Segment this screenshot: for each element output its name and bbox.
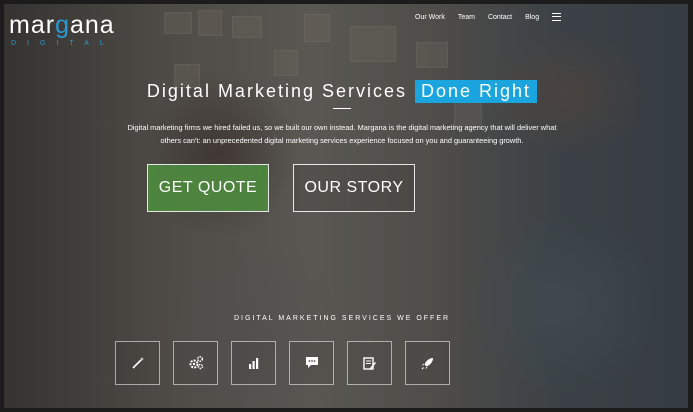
magic-wand-icon[interactable] bbox=[115, 341, 160, 385]
hero-description: Digital marketing firms we hired failed … bbox=[127, 123, 557, 145]
edit-document-icon[interactable] bbox=[347, 341, 392, 385]
bar-chart-icon[interactable] bbox=[231, 341, 276, 385]
hero-headline: Digital Marketing Services Done Right bbox=[0, 80, 684, 103]
services-heading: DIGITAL MARKETING SERVICES WE OFFER bbox=[233, 315, 451, 322]
rocket-icon[interactable] bbox=[405, 341, 450, 385]
gears-icon[interactable] bbox=[173, 341, 218, 385]
nav-item-blog[interactable]: Blog bbox=[525, 14, 539, 21]
chat-bubble-icon[interactable] bbox=[289, 341, 334, 385]
nav-item-our-work[interactable]: Our Work bbox=[415, 14, 445, 21]
top-nav: Our Work Team Contact Blog bbox=[415, 13, 562, 21]
logo-subtitle: DIGITAL bbox=[11, 40, 115, 47]
nav-item-contact[interactable]: Contact bbox=[488, 14, 512, 21]
headline-highlight: Done Right bbox=[415, 80, 538, 103]
page-frame: margana DIGITAL Our Work Team Contact Bl… bbox=[0, 0, 693, 412]
headline-divider bbox=[333, 108, 351, 109]
services-icon-row bbox=[115, 341, 450, 385]
logo-wordmark: margana bbox=[9, 11, 115, 39]
our-story-button[interactable]: OUR STORY bbox=[293, 164, 415, 212]
get-quote-button[interactable]: GET QUOTE bbox=[147, 164, 269, 212]
hamburger-icon[interactable] bbox=[552, 13, 562, 21]
brand-logo[interactable]: margana DIGITAL bbox=[9, 11, 115, 48]
nav-item-team[interactable]: Team bbox=[458, 14, 475, 21]
headline-text: Digital Marketing Services bbox=[146, 81, 407, 101]
